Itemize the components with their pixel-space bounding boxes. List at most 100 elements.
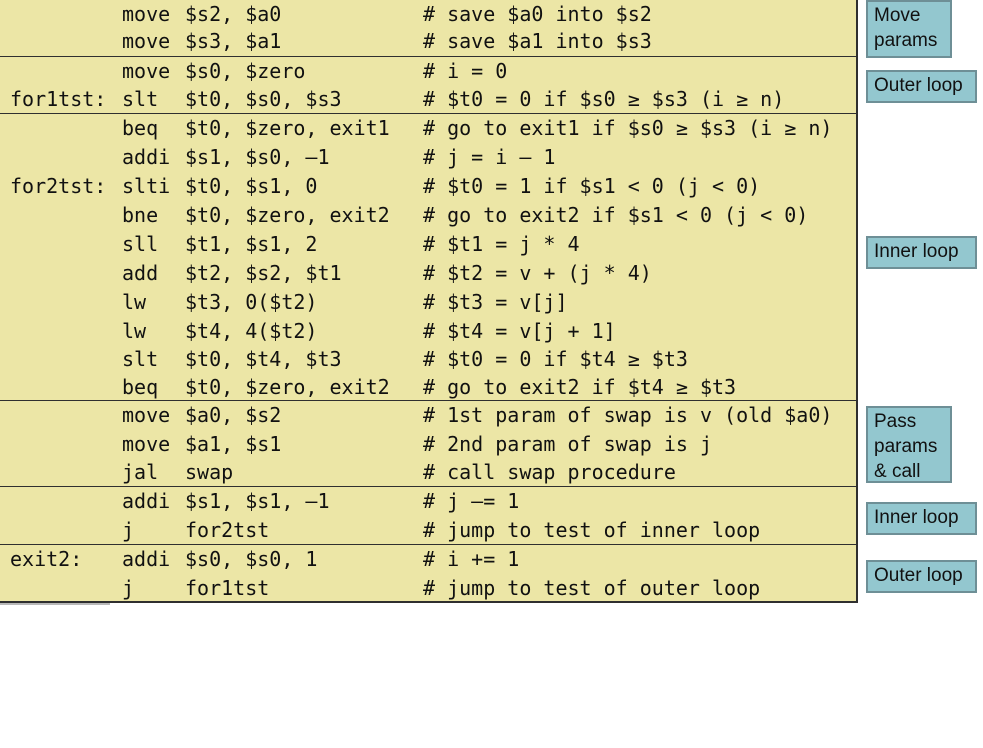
instruction-opcode: addi: [122, 489, 171, 513]
instruction-opcode: beq: [122, 116, 159, 140]
instruction-operands: $t0, $s0, $s3: [185, 87, 342, 111]
note-label: Outer loop: [874, 565, 963, 586]
code-line: move $s2, $a0 # save $a0 into $s2: [0, 0, 858, 29]
instruction-opcode: addi: [122, 547, 171, 571]
instruction-operands: $s3, $a1: [185, 29, 282, 53]
instruction-opcode: j: [122, 576, 135, 600]
code-comment: # save $a1 into $s3: [423, 29, 652, 53]
code-comment: # $t2 = v + (j * 4): [423, 261, 652, 285]
instruction-operands: $s1, $s0, –1: [185, 145, 330, 169]
instruction-opcode: slti: [122, 174, 171, 198]
code-line: addi $s1, $s1, –1 # j –= 1: [0, 487, 858, 516]
code-line: add $t2, $s2, $t1 # $t2 = v + (j * 4): [0, 259, 858, 288]
instruction-opcode: slt: [122, 347, 159, 371]
code-comment: # i = 0: [423, 59, 508, 83]
instruction-operands: $t1, $s1, 2: [185, 232, 318, 256]
code-comment: # go to exit2 if $s1 < 0 (j < 0): [423, 203, 809, 227]
instruction-opcode: j: [122, 518, 135, 542]
instruction-opcode: addi: [122, 145, 171, 169]
instruction-operands: $t0, $t4, $t3: [185, 347, 342, 371]
section-move-params: move $s2, $a0 # save $a0 into $s2 move $…: [0, 0, 858, 56]
note-inner-loop-tail: Inner loop: [866, 502, 977, 535]
instruction-operands: $t0, $zero, exit2: [185, 203, 390, 227]
code-line: jal swap # call swap procedure: [0, 458, 858, 487]
code-line: exit2: addi $s0, $s0, 1 # i += 1: [0, 545, 858, 574]
line-label: exit2:: [10, 547, 83, 571]
instruction-operands: $t0, $s1, 0: [185, 174, 318, 198]
code-comment: # i += 1: [423, 547, 520, 571]
code-comment: # j = i – 1: [423, 145, 556, 169]
code-line: move $a1, $s1 # 2nd param of swap is j: [0, 430, 858, 459]
instruction-operands: $s2, $a0: [185, 2, 282, 26]
instruction-opcode: move: [122, 59, 171, 83]
code-comment: # $t1 = j * 4: [423, 232, 580, 256]
code-comment: # $t4 = v[j + 1]: [423, 319, 616, 343]
section-inner-loop-tail: addi $s1, $s1, –1 # j –= 1 j for2tst # j…: [0, 486, 858, 544]
note-label: Move params: [874, 5, 938, 51]
section-pass-params-call: move $a0, $s2 # 1st param of swap is v (…: [0, 400, 858, 486]
instruction-opcode: move: [122, 403, 171, 427]
code-comment: # j –= 1: [423, 489, 520, 513]
instruction-opcode: beq: [122, 375, 159, 399]
note-label: Inner loop: [874, 241, 959, 262]
code-comment: # jump to test of inner loop: [423, 518, 761, 542]
instruction-opcode: add: [122, 261, 159, 285]
instruction-opcode: slt: [122, 87, 159, 111]
code-comment: # save $a0 into $s2: [423, 2, 652, 26]
instruction-operands: $t3, 0($t2): [185, 290, 318, 314]
instruction-operands: $s1, $s1, –1: [185, 489, 330, 513]
code-line: j for1tst # jump to test of outer loop: [0, 574, 858, 603]
code-line: lw $t3, 0($t2) # $t3 = v[j]: [0, 288, 858, 317]
code-line: j for2tst # jump to test of inner loop: [0, 516, 858, 545]
instruction-operands: $t0, $zero, exit1: [185, 116, 390, 140]
instruction-operands: $s0, $s0, 1: [185, 547, 318, 571]
code-comment: # $t0 = 0 if $s0 ≥ $s3 (i ≥ n): [423, 87, 785, 111]
section-inner-loop: beq $t0, $zero, exit1 # go to exit1 if $…: [0, 113, 858, 400]
code-line: bne $t0, $zero, exit2 # go to exit2 if $…: [0, 201, 858, 230]
code-line: addi $s1, $s0, –1 # j = i – 1: [0, 143, 858, 172]
code-line: move $s0, $zero # i = 0: [0, 57, 858, 86]
code-line: sll $t1, $s1, 2 # $t1 = j * 4: [0, 230, 858, 259]
instruction-operands: $a0, $s2: [185, 403, 282, 427]
instruction-opcode: move: [122, 29, 171, 53]
instruction-operands: $t0, $zero, exit2: [185, 375, 390, 399]
code-line: move $s3, $a1 # save $a1 into $s3: [0, 27, 858, 56]
line-label: for2tst:: [10, 174, 107, 198]
note-label: Inner loop: [874, 507, 959, 528]
instruction-operands: $t2, $s2, $t1: [185, 261, 342, 285]
instruction-opcode: lw: [122, 319, 147, 343]
instruction-operands: for2tst: [185, 518, 270, 542]
instruction-opcode: bne: [122, 203, 159, 227]
note-outer-loop: Outer loop: [866, 70, 977, 103]
line-label: for1tst:: [10, 87, 107, 111]
code-comment: # $t3 = v[j]: [423, 290, 568, 314]
code-comment: # 2nd param of swap is j: [423, 432, 712, 456]
instruction-operands: for1tst: [185, 576, 270, 600]
instruction-operands: $t4, 4($t2): [185, 319, 318, 343]
section-outer-loop-tail: exit2: addi $s0, $s0, 1 # i += 1 j for1t…: [0, 544, 858, 601]
instruction-operands: $a1, $s1: [185, 432, 282, 456]
instruction-opcode: move: [122, 432, 171, 456]
code-line: for1tst: slt $t0, $s0, $s3 # $t0 = 0 if …: [0, 85, 858, 114]
code-comment: # go to exit1 if $s0 ≥ $s3 (i ≥ n): [423, 116, 833, 140]
assembly-code-panel: move $s2, $a0 # save $a0 into $s2 move $…: [0, 0, 858, 603]
instruction-opcode: move: [122, 2, 171, 26]
instruction-opcode: lw: [122, 290, 147, 314]
code-line: beq $t0, $zero, exit2 # go to exit2 if $…: [0, 373, 858, 402]
note-label: Pass params & call: [874, 411, 938, 482]
section-outer-loop: move $s0, $zero # i = 0 for1tst: slt $t0…: [0, 56, 858, 113]
code-comment: # jump to test of outer loop: [423, 576, 761, 600]
note-outer-loop-tail: Outer loop: [866, 560, 977, 593]
note-move-params: Move params: [866, 0, 952, 58]
code-comment: # $t0 = 1 if $s1 < 0 (j < 0): [423, 174, 761, 198]
code-comment: # call swap procedure: [423, 460, 676, 484]
code-line: for2tst: slti $t0, $s1, 0 # $t0 = 1 if $…: [0, 172, 858, 201]
instruction-opcode: sll: [122, 232, 159, 256]
code-line: lw $t4, 4($t2) # $t4 = v[j + 1]: [0, 317, 858, 346]
code-comment: # $t0 = 0 if $t4 ≥ $t3: [423, 347, 688, 371]
instruction-operands: $s0, $zero: [185, 59, 306, 83]
note-pass-params-call: Pass params & call: [866, 406, 952, 483]
instruction-operands: swap: [185, 460, 234, 484]
code-comment: # 1st param of swap is v (old $a0): [423, 403, 833, 427]
code-comment: # go to exit2 if $t4 ≥ $t3: [423, 375, 737, 399]
